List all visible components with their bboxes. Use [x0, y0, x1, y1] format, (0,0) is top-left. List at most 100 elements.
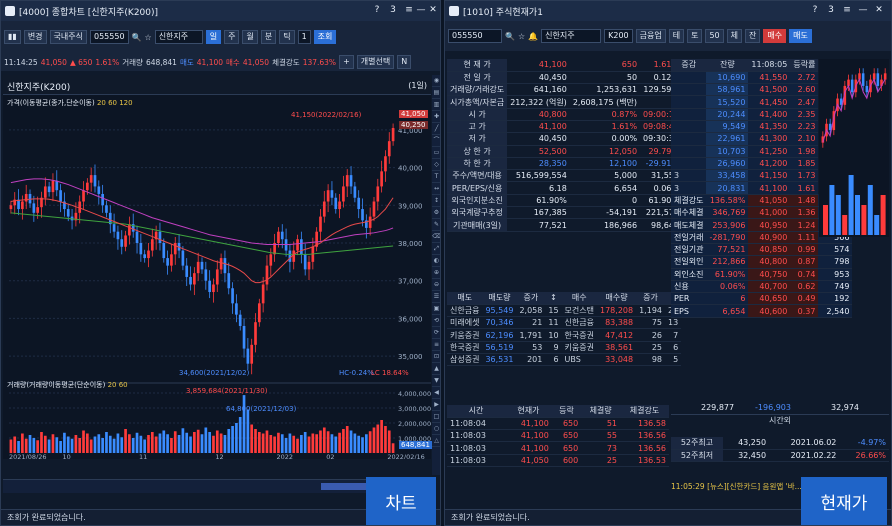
broker-row[interactable]: 한국증권 56,519 53 9 키움증권 38,561 25 6 [447, 341, 682, 354]
volume-bar [101, 438, 104, 453]
broker-row[interactable]: 삼성증권 36,531 201 6 UBS 33,048 98 5 [447, 353, 682, 367]
buy-button[interactable]: 매수 [763, 29, 787, 43]
chart-tool-icon[interactable]: ⊕ [432, 267, 440, 279]
tab-month[interactable]: 월 [242, 30, 258, 44]
chart-tool-icon[interactable]: □ [432, 411, 440, 423]
tick-cell: 136.58 [620, 417, 669, 431]
type-select[interactable]: 변경 [23, 30, 47, 44]
minimize-icon[interactable]: — [857, 4, 869, 17]
market-field[interactable]: K200 [604, 29, 633, 43]
menu-icon[interactable]: ≡ [841, 4, 853, 17]
bid-row[interactable]: PER 6 40,650 0.49 192 [671, 292, 853, 306]
market-select[interactable]: 국내주식 [49, 30, 87, 44]
stock-name-field[interactable]: 신한지주 [541, 29, 602, 43]
chart-tool-icon[interactable]: ▤ [432, 87, 440, 99]
chart-tool-icon[interactable]: ⚙ [432, 207, 440, 219]
close-icon[interactable]: ✕ [427, 4, 439, 17]
search-icon[interactable]: 🔍 [505, 32, 515, 41]
broker-row[interactable]: 키움증권 62,196 1,791 10 한국증권 47,412 26 7 [447, 328, 682, 342]
chart-tool-icon[interactable]: ╱ [432, 123, 440, 135]
tick-header: 체결강도 [620, 405, 669, 418]
number-icon[interactable]: 3 [825, 4, 837, 17]
search-icon[interactable]: 🔍 [132, 33, 142, 42]
sell-button[interactable]: 매도 [789, 29, 812, 43]
broker-cell: 7 [665, 328, 682, 342]
candle-body [238, 314, 242, 326]
chart-tool-icon[interactable]: ⟲ [432, 315, 440, 327]
chart-tool-icon[interactable]: T [432, 171, 440, 183]
chart-tool-icon[interactable]: ↔ [432, 183, 440, 195]
chart-tool-icon[interactable]: ⤢ [432, 243, 440, 255]
sector-button[interactable]: 금융업 [635, 29, 666, 43]
tick-cell: 650 [551, 429, 582, 443]
star-icon[interactable]: ☆ [518, 32, 525, 41]
bell-icon[interactable]: 🔔 [528, 32, 538, 41]
plus-button[interactable]: + [339, 55, 354, 69]
chart-tool-icon[interactable]: ◇ [432, 159, 440, 171]
broker-row[interactable]: 미래에셋 70,346 21 11 신한금융 83,388 75 13 [447, 316, 682, 330]
tab-te[interactable]: 테 [668, 29, 685, 43]
count-input[interactable]: 1 [297, 30, 311, 44]
tab-tick[interactable]: 틱 [279, 30, 295, 44]
52week-cell: 52주최고 [671, 437, 723, 450]
tab-50[interactable]: 50 [705, 29, 724, 43]
minimize-icon[interactable]: — [415, 4, 427, 17]
chart-tool-icon[interactable]: ⌫ [432, 231, 440, 243]
tab-jan[interactable]: 잔 [745, 29, 761, 43]
chart-tool-icon[interactable]: ≡ [432, 339, 440, 351]
chart-tool-icon[interactable]: ▥ [432, 99, 440, 111]
chart-tool-icon[interactable]: ▼ [432, 375, 440, 387]
bid-row[interactable]: 전일외인 212,866 40,800 0.87 798 [671, 255, 853, 269]
chart-tool-icon[interactable]: ▣ [432, 303, 440, 315]
tab-day[interactable]: 일 [205, 30, 222, 44]
tab-week[interactable]: 주 [224, 30, 240, 44]
tab-che[interactable]: 체 [726, 29, 743, 43]
chart-tool-icon[interactable]: ⊖ [432, 279, 440, 291]
broker-cell: 47,412 [597, 328, 637, 342]
chart-tool-icon[interactable]: ▶ [432, 399, 440, 411]
bid-row[interactable]: EPS 6,654 40,600 0.37 2,540 [671, 304, 853, 318]
candle-body [51, 180, 55, 193]
chart-tool-icon[interactable]: ✎ [432, 219, 440, 231]
chart-tool-icon[interactable]: ⊡ [432, 351, 440, 363]
bid-row[interactable]: 신용 0.06% 40,700 0.62 749 [671, 280, 853, 294]
chart-tool-icon[interactable]: ▲ [432, 363, 440, 375]
search-button[interactable]: 조회 [313, 30, 337, 44]
current-volume-tag: 648,841 [399, 441, 432, 449]
tools-icon[interactable]: ▮▮ [4, 30, 21, 44]
chart-tool-icon[interactable]: ⌒ [432, 135, 440, 147]
chart-tool-icon[interactable]: ◉ [432, 75, 440, 87]
menu-icon[interactable]: ≡ [403, 4, 415, 17]
chart-tool-icon[interactable]: ◐ [432, 255, 440, 267]
code-input[interactable]: 055550 [90, 30, 129, 44]
price-chart[interactable]: 41,00040,00039,00038,00037,00036,00035,0… [3, 95, 431, 459]
lc-label: LC 18.64% [371, 369, 409, 377]
chart-tool-icon[interactable]: ◀ [432, 387, 440, 399]
news-text[interactable]: 11:05:29 [뉴스][신한카드] 음원앱 '바... [671, 482, 802, 491]
chart-tool-icon[interactable]: ⟳ [432, 327, 440, 339]
stock-name-field[interactable]: 신한지주 [154, 30, 203, 44]
number-icon[interactable]: 3 [387, 4, 399, 17]
help-icon[interactable]: ? [371, 4, 383, 17]
candle-body [21, 201, 24, 210]
star-icon[interactable]: ☆ [145, 33, 152, 42]
chart-tool-icon[interactable]: ✚ [432, 111, 440, 123]
scroll-thumb[interactable] [321, 483, 371, 490]
chart-tool-icon[interactable]: ▭ [432, 147, 440, 159]
close-icon[interactable]: ✕ [873, 4, 885, 17]
broker-row[interactable]: 신한금융95,5492,05815모건스탠178,2081,19428 [447, 304, 682, 318]
help-icon[interactable]: ? [809, 4, 821, 17]
bid-row[interactable]: 외인소진 61.90% 40,750 0.74 953 [671, 268, 853, 281]
tab-minute[interactable]: 분 [260, 30, 277, 44]
time-display: 11:14:25 [4, 57, 38, 67]
chart-tool-icon[interactable]: ☰ [432, 291, 440, 303]
chart-tool-icon[interactable]: △ [432, 435, 440, 447]
broker-cell: 36,531 [482, 353, 517, 367]
n-button[interactable]: N [397, 55, 412, 69]
chart-tool-icon[interactable]: ↕ [432, 195, 440, 207]
chart-tool-icon[interactable]: ○ [432, 423, 440, 435]
code-input[interactable]: 055550 [448, 29, 502, 43]
bid-row[interactable]: 전일기관 77,521 40,850 0.99 574 [671, 243, 853, 257]
individual-select-button[interactable]: 개별선택 [356, 55, 395, 69]
tab-to[interactable]: 토 [687, 29, 703, 43]
